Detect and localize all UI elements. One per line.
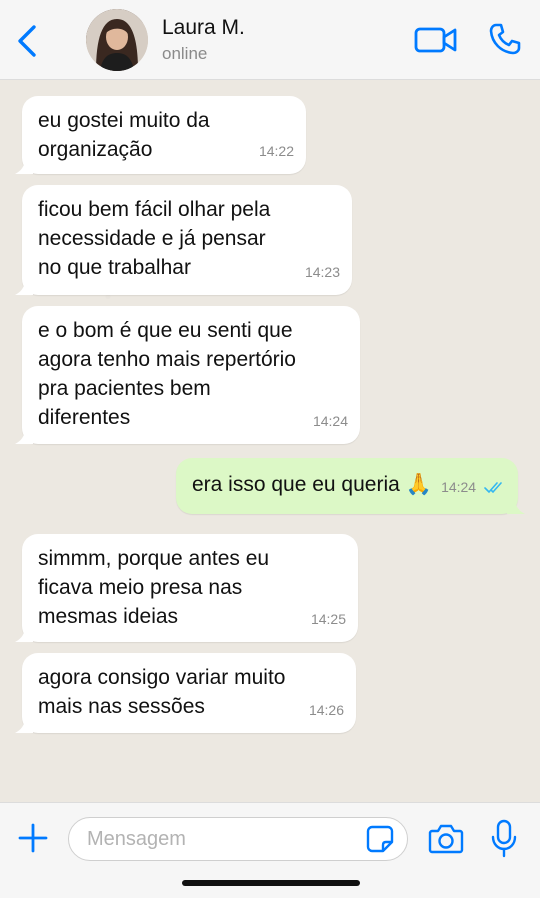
video-call-button[interactable]: [414, 26, 458, 54]
message-time: 14:24: [312, 413, 348, 429]
avatar[interactable]: [86, 9, 148, 71]
avatar-image: [86, 9, 148, 71]
message-input[interactable]: [68, 817, 408, 861]
contact-name[interactable]: Laura M.: [162, 16, 245, 40]
sticker-button[interactable]: [366, 825, 394, 853]
message-incoming[interactable]: agora consigo variar muito mais nas sess…: [15, 653, 356, 733]
contact-status: online: [162, 44, 208, 63]
message-incoming[interactable]: simmm, porque antes eu ficava meio presa…: [15, 534, 358, 642]
bubble-tail: [15, 717, 33, 733]
chevron-left-icon: [18, 25, 36, 57]
message-time-value: 14:24: [441, 479, 477, 495]
read-receipt-icon: [484, 482, 502, 494]
message-time: 14:25: [310, 611, 346, 627]
bubble-tail: [15, 279, 33, 295]
message-time: 14:26: [308, 702, 344, 718]
message-incoming[interactable]: e o bom é que eu senti que agora tenho m…: [15, 306, 360, 444]
message-time: 14:22: [258, 143, 294, 159]
bubble-tail: [15, 428, 33, 444]
message-text: agora consigo variar muito mais nas sess…: [38, 666, 286, 718]
camera-icon: [428, 824, 464, 854]
message-text: simmm, porque antes eu ficava meio presa…: [38, 547, 270, 628]
message-text: e o bom é que eu senti que agora tenho m…: [38, 319, 296, 429]
video-camera-icon: [414, 27, 457, 53]
phone-icon: [489, 23, 521, 55]
bubble-tail: [15, 158, 33, 174]
message-outgoing[interactable]: era isso que eu queria 🙏 14:24: [176, 458, 525, 514]
microphone-button[interactable]: [490, 819, 518, 859]
voice-call-button[interactable]: [488, 22, 522, 56]
message-text: era isso que eu queria 🙏: [192, 473, 432, 496]
bubble-tail: [15, 626, 33, 642]
message-incoming[interactable]: ficou bem fácil olhar pela necessidade e…: [15, 185, 352, 295]
message-time: 14:23: [304, 264, 340, 280]
attach-button[interactable]: [18, 823, 48, 853]
chat-header: Laura M. online: [0, 0, 540, 80]
message-incoming[interactable]: eu gostei muito da organização 14:22: [15, 96, 306, 174]
chat-area[interactable]: eu gostei muito da organização 14:22 fic…: [0, 80, 540, 802]
back-button[interactable]: [14, 24, 40, 58]
sticker-icon: [366, 825, 394, 853]
message-text: eu gostei muito da organização: [38, 109, 210, 161]
message-text: ficou bem fácil olhar pela necessidade e…: [38, 198, 271, 279]
camera-button[interactable]: [428, 823, 464, 855]
microphone-icon: [491, 819, 517, 858]
bubble-tail: [507, 498, 525, 514]
message-time: 14:24: [441, 473, 504, 502]
plus-icon: [18, 823, 48, 853]
home-indicator[interactable]: [182, 880, 360, 886]
